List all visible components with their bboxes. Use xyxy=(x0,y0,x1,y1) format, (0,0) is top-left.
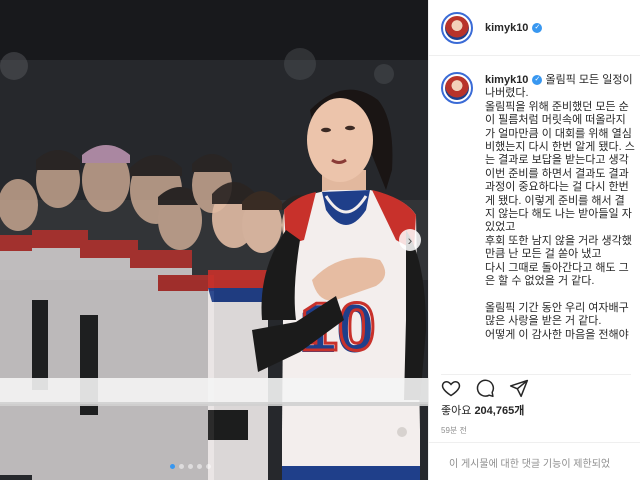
caption-first-line: kimyk10 ✓ 올림픽 모든 일정이 xyxy=(485,74,640,87)
username-link[interactable]: kimyk10 ✓ xyxy=(485,21,543,34)
caption-line: 만큼 난 모든 걸 쏟아 냈고 xyxy=(485,248,602,261)
caption-line: 올림픽을 위해 준비했던 모든 순 xyxy=(485,100,629,113)
avatar[interactable] xyxy=(441,11,473,44)
username-text: kimyk10 xyxy=(485,21,529,34)
avatar-image xyxy=(445,15,469,40)
post-header: kimyk10 ✓ xyxy=(429,0,640,56)
avatar-image xyxy=(445,76,469,100)
post-side-panel: kimyk10 ✓ kimyk10 ✓ 올림픽 모든 일정이 나버렸다. 올림픽을 … xyxy=(428,0,640,480)
comments-disabled-notice: 이 게시물에 대한 댓글 기능이 제한되었 xyxy=(429,442,640,480)
caption-line: 은 할 수 없었을 거 같다. xyxy=(485,275,595,288)
chevron-right-icon: › xyxy=(407,232,413,248)
verified-badge-icon: ✓ xyxy=(532,75,543,86)
caption-line: 지 않는다 해도 나는 받아들일 자 xyxy=(485,208,632,221)
caption-text: kimyk10 ✓ 올림픽 모든 일정이 나버렸다. 올림픽을 위해 준비했던 모… xyxy=(485,74,640,342)
caption-line: 후회 또한 남지 않을 거라 생각했 xyxy=(485,234,632,247)
caption-line: 는 결과로 보답을 받는다고 생각 xyxy=(485,154,629,167)
carousel-dots xyxy=(170,464,211,469)
caption-line: 가 얼마만큼 이 대회를 위해 열심 xyxy=(485,127,632,140)
caption-line: 있었고 xyxy=(485,221,516,234)
heart-icon[interactable] xyxy=(441,378,461,398)
caption-line: 비했는지 다시 한번 알게 됐다. 스 xyxy=(485,141,635,154)
caption-line: 과정이 중요하다는 걸 다시 한번 xyxy=(485,181,629,194)
team-anthem-photo: 10 10 xyxy=(0,0,428,480)
caption: kimyk10 ✓ 올림픽 모든 일정이 나버렸다. 올림픽을 위해 준비했던 모… xyxy=(441,72,640,368)
carousel-dot xyxy=(197,464,202,469)
caption-line: 나버렸다. xyxy=(485,87,529,100)
comment-icon[interactable] xyxy=(475,378,495,398)
carousel-dot xyxy=(170,464,175,469)
carousel-next-button[interactable]: › xyxy=(399,229,421,251)
caption-line: 이 필름처럼 머릿속에 떠올라지 xyxy=(485,114,626,127)
caption-line: 올림픽 모든 일정이 xyxy=(545,74,633,86)
verified-badge-icon: ✓ xyxy=(532,22,543,33)
likes-label: 좋아요 xyxy=(441,405,472,417)
caption-avatar[interactable] xyxy=(441,72,473,104)
caption-line: 올림픽 기간 동안 우리 여자배구 xyxy=(485,301,629,314)
likes-number: 204,765개 xyxy=(474,405,525,417)
caption-line: 많은 사랑을 받은 거 같다. xyxy=(485,315,602,328)
caption-fade xyxy=(441,334,640,368)
likes-count[interactable]: 좋아요 204,765개 xyxy=(441,402,524,418)
caption-line: 이번 준비를 하면서 결과도 결과 xyxy=(485,167,629,180)
post-actions xyxy=(441,374,631,398)
caption-line xyxy=(485,289,640,302)
post-photo[interactable]: 10 10 › xyxy=(0,0,428,480)
carousel-dot xyxy=(188,464,193,469)
caption-username[interactable]: kimyk10 xyxy=(485,74,528,86)
caption-line: 다시 그때로 돌아간다고 해도 그 xyxy=(485,261,629,274)
caption-line: 게 됐다. 이렇게 준비를 해서 결 xyxy=(485,194,625,207)
send-icon[interactable] xyxy=(509,378,529,398)
carousel-dot xyxy=(179,464,184,469)
carousel-dot xyxy=(206,464,211,469)
post-timestamp[interactable]: 59분 전 xyxy=(441,425,467,436)
